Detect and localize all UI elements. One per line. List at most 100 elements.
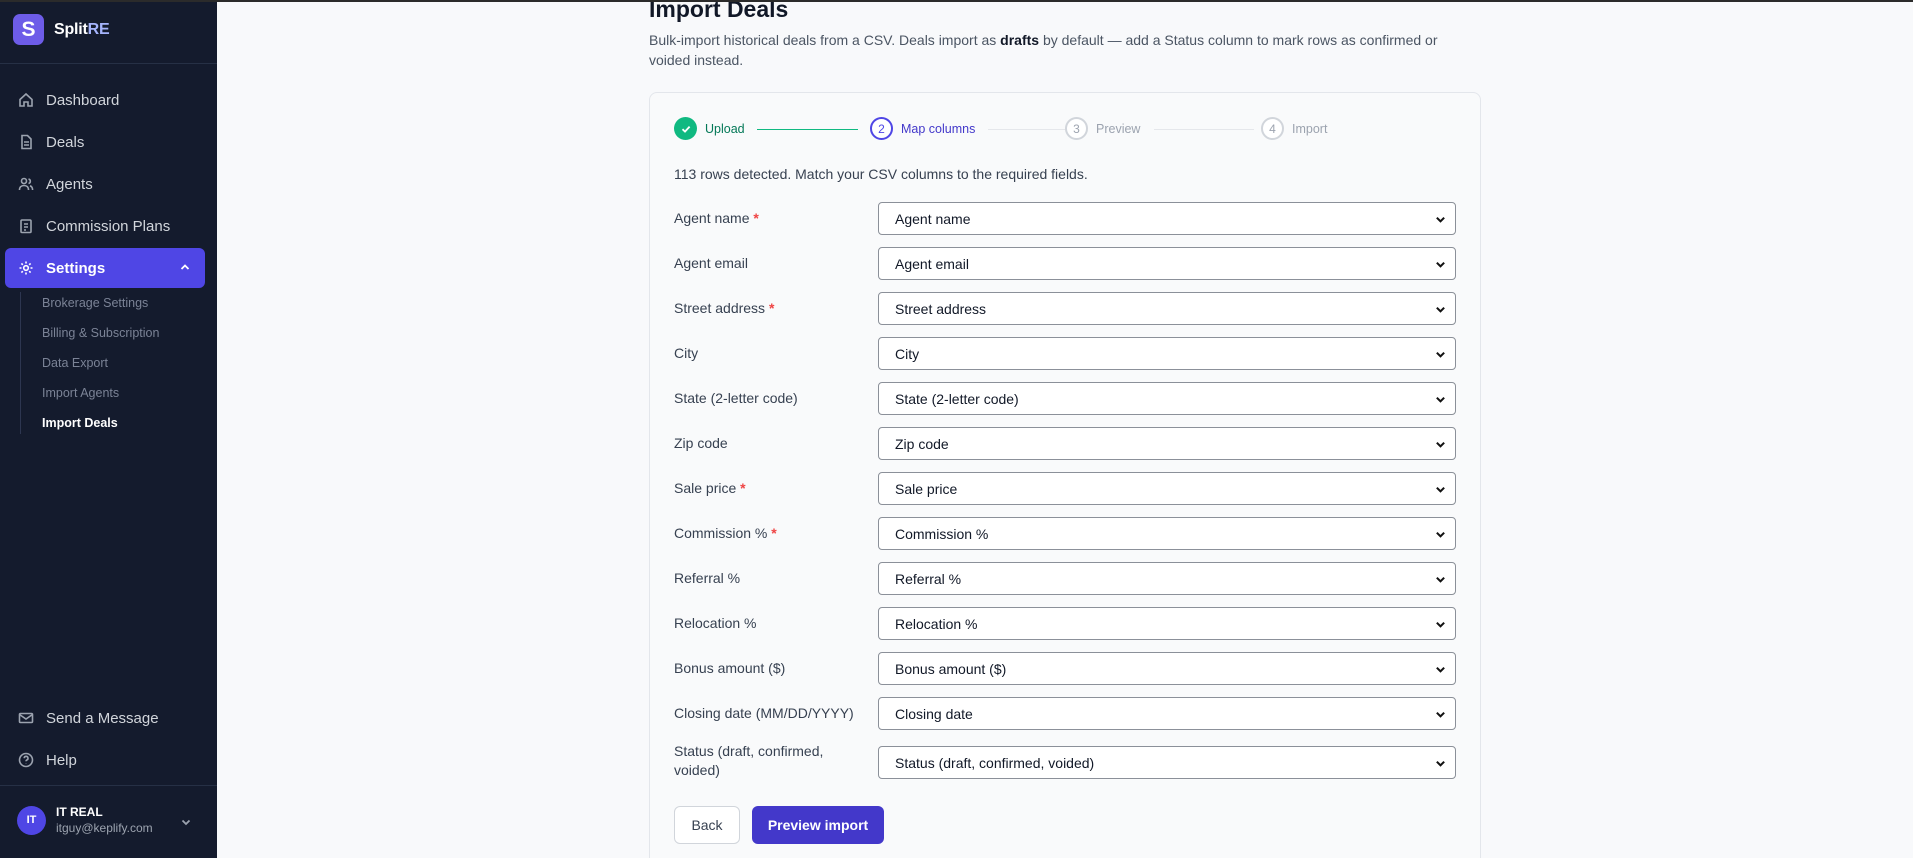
mapping-select-zip-code[interactable]: Zip code (878, 427, 1456, 460)
clipboard-icon (20, 219, 32, 234)
chevron-down-icon (1436, 396, 1445, 403)
step-map-columns[interactable]: 2 Map columns (870, 117, 975, 140)
subnav-brokerage-settings[interactable]: Brokerage Settings (42, 296, 148, 310)
step-connector (988, 129, 1068, 130)
page-title: Import Deals (649, 0, 789, 22)
step-preview[interactable]: 3 Preview (1065, 117, 1140, 140)
mail-icon (18, 712, 34, 724)
avatar: IT (17, 805, 46, 835)
chevron-down-icon (1436, 621, 1445, 628)
chevron-up-icon[interactable] (179, 261, 191, 273)
step-import[interactable]: 4 Import (1261, 117, 1327, 140)
step-map-columns-number: 2 (870, 117, 893, 140)
field-label: Commission % * (674, 525, 777, 541)
nav-agents-label: Agents (46, 175, 93, 193)
field-label: Street address * (674, 300, 775, 316)
step-import-label: Import (1292, 121, 1328, 136)
nav-send-message-label: Send a Message (46, 709, 159, 727)
step-preview-label: Preview (1096, 121, 1141, 136)
step-upload-circle (674, 117, 697, 140)
chevron-down-icon (1436, 711, 1445, 718)
field-label: Sale price * (674, 480, 746, 496)
nav-deals-label: Deals (46, 133, 85, 151)
mapping-select-bonus-amount[interactable]: Bonus amount ($) (878, 652, 1456, 685)
field-label: State (2-letter code) (674, 390, 798, 406)
chevron-down-icon (1436, 760, 1445, 767)
chevron-down-icon (1436, 306, 1445, 313)
mapping-select-agent-email[interactable]: Agent email (878, 247, 1456, 280)
chevron-down-icon (1436, 666, 1445, 673)
nav-help-label: Help (46, 751, 77, 769)
mapping-select-sale-price[interactable]: Sale price (878, 472, 1456, 505)
field-label: Zip code (674, 435, 728, 451)
nav-settings-label: Settings (46, 259, 106, 277)
field-label: Agent name * (674, 210, 759, 226)
subnav-import-deals[interactable]: Import Deals (42, 416, 118, 430)
mapping-select-street-address[interactable]: Street address (878, 292, 1456, 325)
rows-detected-note: 113 rows detected. Match your CSV column… (674, 166, 1088, 182)
nav-deals[interactable]: Deals (5, 122, 205, 162)
window-top-border (0, 0, 1913, 2)
step-preview-number: 3 (1065, 117, 1088, 140)
step-connector (1154, 129, 1254, 130)
divider (0, 785, 217, 786)
home-icon (19, 92, 33, 107)
mapping-select-city[interactable]: City (878, 337, 1456, 370)
page-description: Bulk-import historical deals from a CSV.… (649, 32, 1438, 68)
user-name: IT REAL (56, 805, 103, 819)
mapping-select-status[interactable]: Status (draft, confirmed, voided) (878, 746, 1456, 779)
step-upload-label: Upload (705, 121, 745, 136)
chevron-down-icon (1436, 216, 1445, 223)
mapping-select-relocation[interactable]: Relocation % (878, 607, 1456, 640)
nav-commission-plans-label: Commission Plans (46, 217, 171, 235)
nav-commission-plans[interactable]: Commission Plans (5, 206, 205, 246)
users-icon (18, 177, 34, 191)
subnav-import-agents[interactable]: Import Agents (42, 386, 119, 400)
preview-import-button[interactable]: Preview import (752, 806, 884, 844)
nav-agents[interactable]: Agents (5, 164, 205, 204)
chevron-down-icon (1436, 576, 1445, 583)
settings-subnav: Brokerage Settings Billing & Subscriptio… (20, 292, 200, 434)
check-icon (681, 125, 690, 133)
subnav-data-export[interactable]: Data Export (42, 356, 108, 370)
gear-icon (19, 261, 33, 275)
field-label: Referral % (674, 570, 741, 586)
chevron-down-icon (1436, 531, 1445, 538)
divider (0, 63, 217, 64)
mapping-select-referral[interactable]: Referral % (878, 562, 1456, 595)
step-map-columns-label: Map columns (901, 121, 976, 136)
step-import-number: 4 (1261, 117, 1284, 140)
chevron-down-icon[interactable] (180, 816, 192, 828)
chevron-down-icon (1436, 351, 1445, 358)
field-label: Bonus amount ($) (674, 660, 786, 676)
chevron-down-icon (1436, 261, 1445, 268)
step-connector (757, 129, 858, 130)
mapping-select-commission[interactable]: Commission % (878, 517, 1456, 550)
nav-send-message[interactable]: Send a Message (5, 698, 205, 738)
field-label: Closing date (MM/DD/YYYY) (674, 705, 854, 721)
user-menu[interactable]: IT IT REAL itguy@keplify.com (17, 805, 153, 835)
field-label: City (674, 345, 699, 361)
back-button[interactable]: Back (674, 806, 740, 844)
user-email: itguy@keplify.com (56, 821, 153, 835)
field-label: Relocation % (674, 615, 757, 631)
help-icon (18, 752, 34, 768)
nav-dashboard[interactable]: Dashboard (5, 80, 205, 120)
mapping-select-closing-date[interactable]: Closing date (878, 697, 1456, 730)
field-label: Status (draft, confirmed, voided) (674, 743, 824, 778)
nav-dashboard-label: Dashboard (46, 91, 120, 109)
chevron-down-icon (1436, 441, 1445, 448)
brand-logo: S (13, 14, 44, 45)
brand-name: SplitRE (54, 20, 110, 38)
nav-settings[interactable]: Settings (5, 248, 205, 288)
chevron-down-icon (1436, 486, 1445, 493)
subnav-billing[interactable]: Billing & Subscription (42, 326, 159, 340)
sidebar: S SplitRE Dashboard Deals Agents Commiss… (0, 0, 217, 858)
document-icon (21, 134, 32, 150)
nav-help[interactable]: Help (5, 740, 205, 780)
field-label: Agent email (674, 255, 748, 271)
step-upload[interactable]: Upload (674, 117, 745, 140)
mapping-select-state[interactable]: State (2-letter code) (878, 382, 1456, 415)
mapping-select-agent-name[interactable]: Agent name (878, 202, 1456, 235)
brand[interactable]: S SplitRE (13, 14, 110, 45)
